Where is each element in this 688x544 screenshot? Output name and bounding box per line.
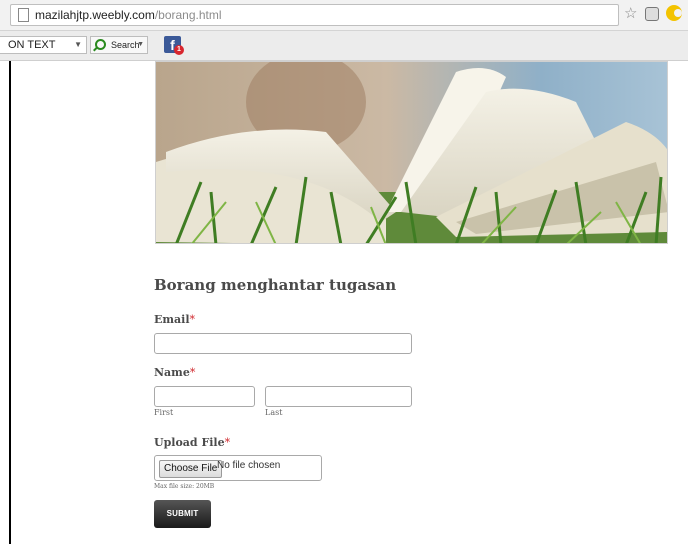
url-path: /borang.html — [154, 8, 222, 22]
pacman-extension-icon[interactable] — [666, 5, 682, 21]
address-bar: mazilahjtp.weebly.com/borang.html ☆ — [0, 0, 688, 31]
choose-file-button[interactable]: Choose File — [159, 460, 223, 478]
email-label-text: Email — [154, 313, 190, 326]
dropdown-arrow-icon: ▼ — [74, 40, 82, 49]
search-icon — [95, 39, 106, 50]
toolbar-search-button[interactable]: Search ▼ — [90, 36, 148, 54]
url-text: mazilahjtp.weebly.com/borang.html — [35, 8, 222, 22]
url-host: mazilahjtp.weebly.com — [35, 8, 155, 22]
toolbar-dropdown[interactable]: ON TEXT ▼ — [0, 36, 87, 54]
email-label: Email* — [154, 313, 195, 326]
upload-label-text: Upload File — [154, 436, 225, 449]
search-label: Search — [111, 40, 140, 50]
browser-toolbar: ON TEXT ▼ Search ▼ f 1 — [0, 31, 688, 61]
last-name-field[interactable] — [265, 386, 412, 407]
required-marker: * — [224, 436, 231, 449]
first-name-field[interactable] — [154, 386, 255, 407]
email-field[interactable] — [154, 333, 412, 354]
page-icon — [18, 8, 29, 22]
url-field[interactable]: mazilahjtp.weebly.com/borang.html — [10, 4, 619, 26]
bookmark-star-icon[interactable]: ☆ — [624, 6, 637, 22]
name-label-text: Name — [154, 366, 190, 379]
page-left-border — [9, 61, 11, 544]
first-sublabel: First — [154, 408, 174, 417]
file-upload-field: Choose File No file chosen — [154, 455, 322, 481]
open-book-illustration — [156, 62, 667, 243]
required-marker: * — [189, 313, 196, 326]
toolbar-dropdown-value: ON TEXT — [8, 39, 56, 51]
required-marker: * — [189, 366, 196, 379]
upload-file-label: Upload File* — [154, 436, 230, 449]
submit-button[interactable]: SUBMIT — [154, 500, 211, 528]
max-file-size-note: Max file size: 20MB — [154, 483, 215, 490]
no-file-text: No file chosen — [217, 460, 281, 471]
form-title: Borang menghantar tugasan — [154, 276, 397, 294]
last-sublabel: Last — [265, 408, 283, 417]
name-label: Name* — [154, 366, 195, 379]
notification-badge: 1 — [174, 45, 184, 55]
search-dropdown-arrow-icon: ▼ — [137, 41, 144, 48]
extension-icon[interactable] — [645, 7, 659, 21]
banner-image — [155, 61, 668, 244]
